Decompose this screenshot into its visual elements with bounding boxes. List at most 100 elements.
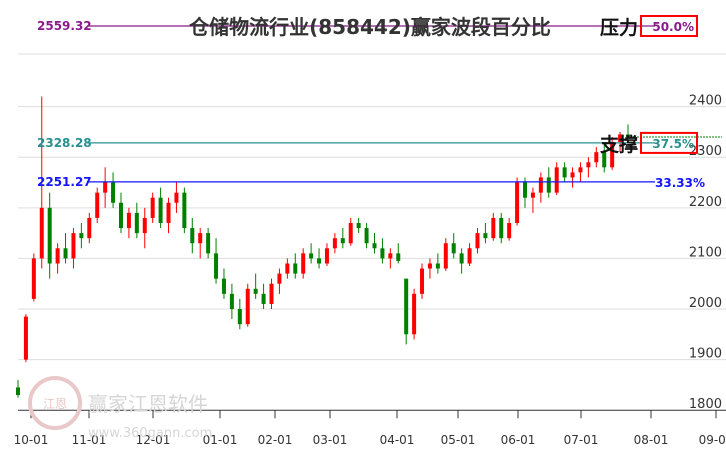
candle-body	[31, 258, 36, 299]
x-tick-label: 04-01	[380, 433, 415, 447]
chart-container: 1800 1900 2000 2100 2200 2300 2400 10-01 11-01 12…	[0, 0, 726, 450]
candle-body	[190, 228, 195, 244]
y-tick-label: 2000	[689, 296, 722, 311]
level-pct-label: 33.33%	[655, 176, 705, 190]
candle-body	[538, 177, 543, 193]
candle-body	[23, 316, 28, 360]
watermark-url: www.360gann.com	[88, 426, 212, 441]
candle-body	[404, 278, 409, 335]
candle-body	[443, 243, 448, 269]
candle-body	[435, 263, 440, 269]
candle-body	[578, 167, 583, 173]
candle-body	[372, 243, 377, 249]
candle-body	[16, 387, 20, 396]
candle-body	[491, 217, 496, 239]
candle-body	[95, 192, 100, 218]
y-tick-label: 1900	[689, 347, 722, 362]
candle-body	[245, 288, 250, 325]
candle-body	[459, 253, 464, 264]
candle-body	[237, 309, 242, 325]
candle-body	[269, 283, 274, 304]
candle-body	[158, 197, 163, 223]
candle-body	[126, 212, 131, 229]
candle-body	[150, 197, 155, 218]
candle-body	[229, 293, 234, 310]
candle-body	[364, 228, 369, 244]
candle-body	[47, 207, 52, 264]
x-tick-label: 06-01	[501, 433, 536, 447]
x-tick-label: 09-01	[699, 433, 726, 447]
candle-body	[499, 217, 504, 239]
candle-body	[221, 278, 226, 294]
x-tick-label: 02-01	[258, 433, 293, 447]
candle-body	[309, 253, 314, 259]
candlestick-chart: 180019002000210022002300240010-01 11-01 12…	[14, 15, 726, 447]
candle-body	[182, 192, 187, 229]
candle-body	[507, 222, 512, 239]
candle-body	[134, 212, 139, 234]
candle-body	[79, 233, 84, 239]
candle-body	[71, 233, 76, 259]
candle-body	[301, 253, 306, 274]
candle-body	[317, 258, 322, 264]
candle-body	[332, 238, 337, 249]
candle-body	[554, 167, 559, 193]
candle-body	[546, 177, 551, 193]
y-tick-label: 2200	[689, 195, 722, 210]
candle-body	[586, 162, 591, 168]
candle-body	[340, 238, 345, 244]
candle-body	[63, 248, 68, 259]
candle-body	[467, 248, 472, 264]
candle-body	[142, 217, 147, 234]
x-tick-label: 07-01	[564, 433, 599, 447]
candle-body	[412, 293, 417, 335]
candle-body	[87, 217, 92, 239]
candle-body	[594, 152, 599, 163]
candle-body	[206, 233, 211, 254]
y-tick-label: 2400	[689, 94, 722, 109]
watermark-name: 赢家江恩软件	[88, 392, 208, 416]
candle-body	[174, 192, 179, 203]
candle-body	[475, 233, 480, 249]
candle-body	[277, 273, 282, 284]
candle-body	[427, 263, 432, 269]
candle-body	[198, 233, 203, 244]
candle-body	[103, 182, 108, 193]
candle-body	[356, 222, 361, 229]
candle-body	[380, 248, 385, 259]
candle-body	[166, 202, 171, 223]
watermark-seal-text: 江恩	[43, 397, 67, 411]
level-pct-label: 37.5%	[652, 137, 694, 151]
candle-body	[451, 243, 456, 254]
candle-body	[111, 182, 116, 203]
candle-body	[420, 268, 425, 294]
candle-body	[388, 253, 393, 259]
candle-body	[293, 263, 298, 274]
candle-body	[261, 293, 266, 304]
candle-body	[118, 202, 123, 229]
chart-title: 仓储物流行业(858442)赢家波段百分比	[188, 15, 551, 39]
candle-body	[570, 172, 575, 178]
candle-body	[523, 182, 528, 198]
level-value-label: 2328.28	[37, 136, 92, 150]
candle-body	[55, 248, 60, 264]
candle-body	[562, 167, 567, 178]
y-tick-label: 2100	[689, 245, 722, 260]
x-tick-label: 03-01	[313, 433, 348, 447]
candle-body	[39, 207, 44, 259]
level-value-label: 2559.32	[37, 19, 92, 33]
candle-body	[348, 222, 353, 244]
x-tick-label: 08-01	[634, 433, 669, 447]
level-tag-label: 支撑	[599, 133, 638, 156]
candle-body	[214, 253, 219, 279]
candle-body	[285, 263, 290, 274]
x-tick-label: 10-01	[14, 433, 49, 447]
level-pct-label: 50.0%	[652, 20, 694, 34]
x-tick-label: 05-01	[441, 433, 476, 447]
level-value-label: 2251.27	[37, 175, 92, 189]
candle-body	[324, 248, 329, 264]
candle-body	[396, 253, 401, 261]
candle-body	[530, 192, 535, 198]
level-tag-label: 压力	[600, 16, 638, 39]
candle-body	[515, 182, 520, 223]
